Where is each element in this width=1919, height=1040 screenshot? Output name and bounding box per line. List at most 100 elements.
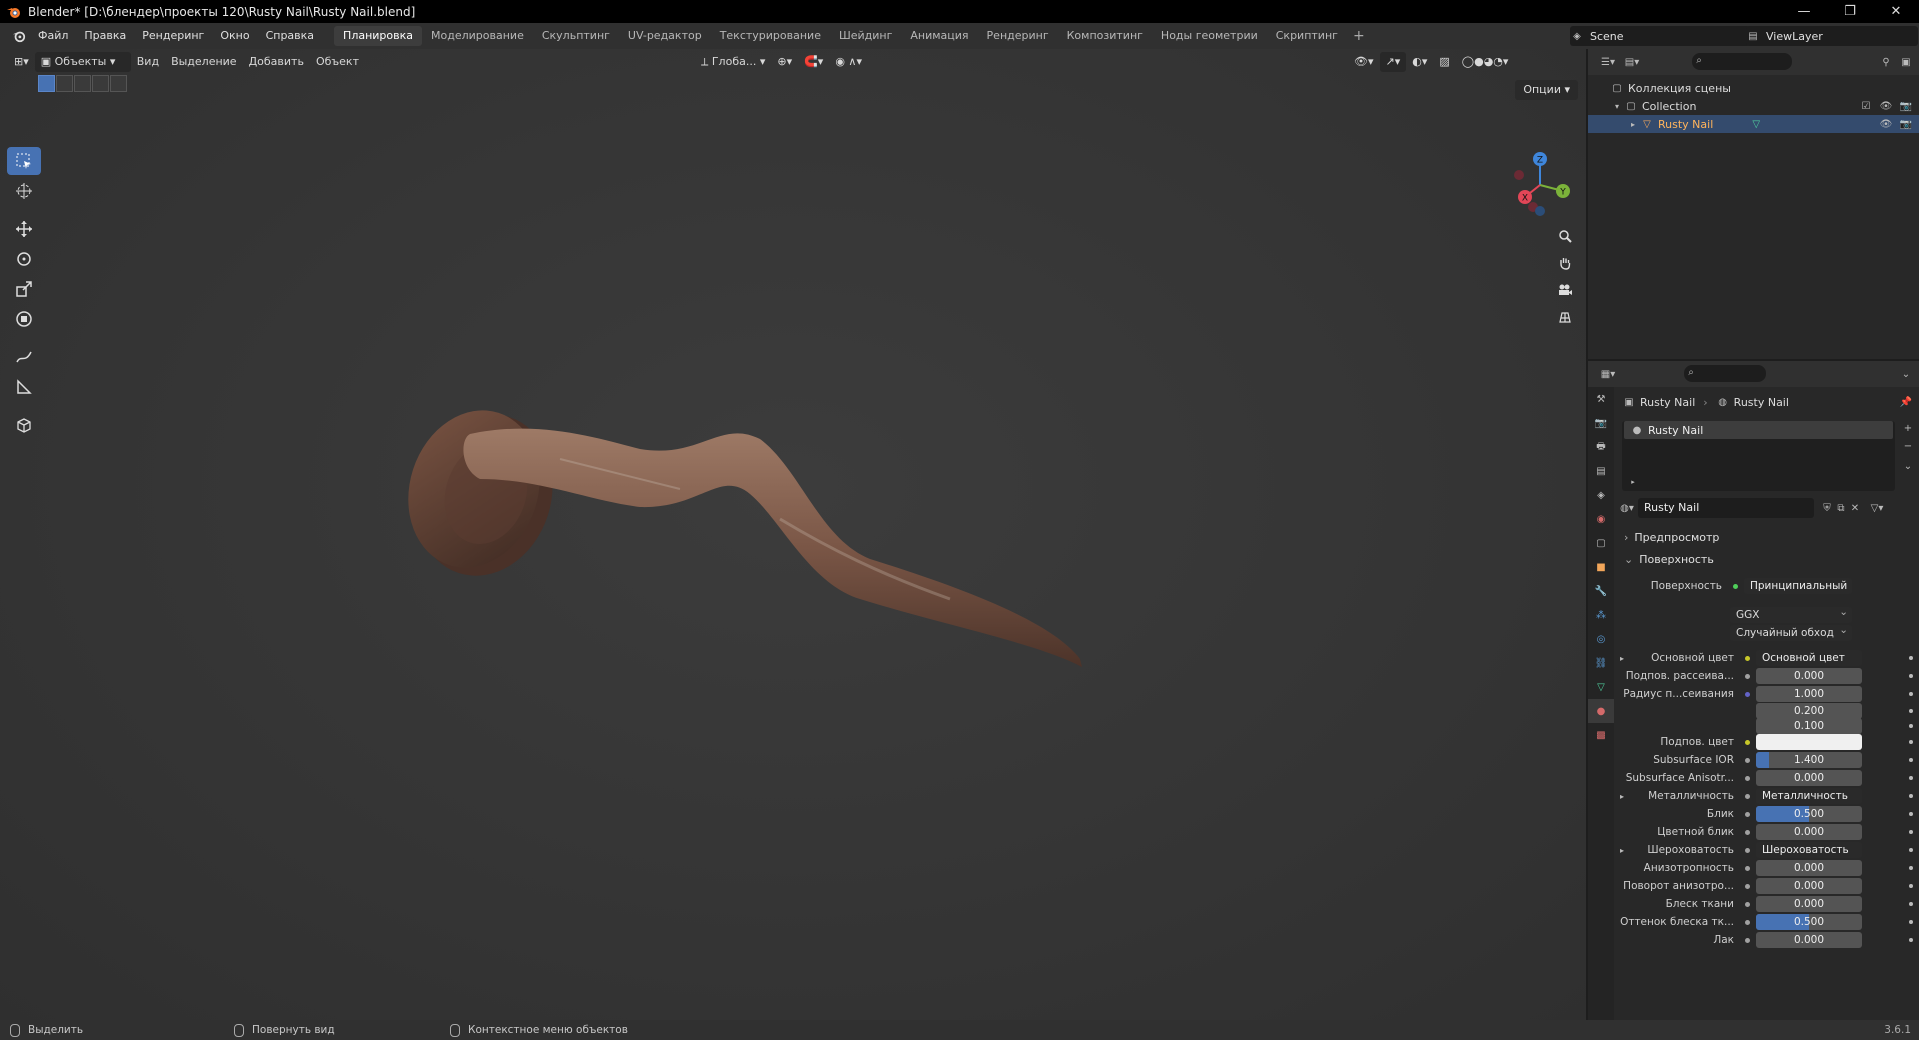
minimize-button[interactable]: — [1781,0,1827,23]
add-slot-icon[interactable]: + [1901,421,1915,435]
input-socket-icon[interactable] [1742,809,1752,819]
remove-slot-icon[interactable]: − [1901,439,1915,453]
keyframe-dot-icon[interactable] [1909,938,1913,942]
collection-tab-icon[interactable]: ▢ [1588,531,1614,555]
snap-icon[interactable]: 🧲▾ [798,52,829,72]
display-mode-icon[interactable]: ▤▾ [1620,55,1644,69]
render-camera-icon[interactable]: 📷 [1899,99,1913,113]
tab-uv-editing[interactable]: UV-редактор [619,26,711,46]
linked-input-field[interactable]: Шероховатость [1756,842,1862,858]
menu-edit[interactable]: Правка [76,23,134,49]
tool-tab-icon[interactable]: ⚒ [1588,387,1614,411]
constraints-tab-icon[interactable]: ⛓ [1588,651,1614,675]
keyframe-dot-icon[interactable] [1909,884,1913,888]
view-layer-tab-icon[interactable]: ▤ [1588,459,1614,483]
menu-render[interactable]: Рендеринг [134,23,212,49]
visibility-eye-icon[interactable]: 👁 [1879,117,1893,131]
menu-help[interactable]: Справка [258,23,322,49]
value-field[interactable]: 0.000 [1756,668,1862,684]
3d-viewport[interactable]: ⊞▾ ▣ Объекты ▾ Вид Выделение Добавить Об… [0,49,1586,1020]
keyframe-dot-icon[interactable] [1909,920,1913,924]
transform-orientation-dropdown[interactable]: ⟂ Глоба... ▾ [695,52,771,72]
physics-tab-icon[interactable]: ◎ [1588,627,1614,651]
duplicate-material-icon[interactable]: ⧉ [1834,501,1848,515]
properties-search-input[interactable]: ⌕ [1684,365,1766,382]
expand-arrow-icon[interactable]: ▸ [1626,117,1640,131]
object-tab-icon[interactable]: ■ [1588,555,1614,579]
input-socket-icon[interactable] [1742,671,1752,681]
gizmo-toggle-icon[interactable]: ↗▾ [1379,52,1407,72]
subsurface-method-dropdown[interactable]: Случайный обход [1730,622,1852,641]
add-cube-tool-icon[interactable] [7,411,41,439]
input-socket-icon[interactable] [1742,827,1752,837]
value-field[interactable]: 1.400 [1756,752,1862,768]
tab-modeling[interactable]: Моделирование [422,26,533,46]
linked-input-field[interactable]: Металличность [1756,788,1862,804]
view-layer-selector[interactable]: ▤ ViewLayer [1746,26,1918,46]
modifier-tab-icon[interactable]: 🔧 [1588,579,1614,603]
value-field[interactable]: 0.200 [1756,702,1862,719]
input-socket-icon[interactable] [1742,917,1752,927]
material-slot-list[interactable]: ● Rusty Nail ▸ + − ⌄ [1622,421,1912,491]
value-field[interactable]: 0.500 [1756,914,1862,930]
render-tab-icon[interactable]: 📷 [1588,411,1614,435]
navigation-gizmo[interactable]: Z Y X [1505,147,1575,219]
camera-view-icon[interactable] [1553,278,1577,302]
input-socket-icon[interactable] [1742,881,1752,891]
select-extend-mode-icon[interactable] [56,75,73,92]
slot-menu-icon[interactable]: ⌄ [1901,459,1915,473]
add-workspace-button[interactable]: + [1347,28,1371,44]
world-tab-icon[interactable]: ◉ [1588,507,1614,531]
fake-user-shield-icon[interactable]: ⛨ [1820,501,1834,515]
keyframe-dot-icon[interactable] [1909,812,1913,816]
distribution-dropdown[interactable]: GGX [1730,604,1852,623]
mesh-data-icon[interactable]: ▽ [1749,117,1763,131]
menu-file[interactable]: Файл [30,23,76,49]
tab-texture-paint[interactable]: Текстурирование [711,26,830,46]
outliner-row-collection[interactable]: ▾ ▢ Collection ☑ 👁 📷 [1588,97,1919,115]
keyframe-dot-icon[interactable] [1909,902,1913,906]
menu-object[interactable]: Объект [310,52,365,72]
keyframe-dot-icon[interactable] [1909,830,1913,834]
maximize-button[interactable]: ❐ [1827,0,1873,23]
tab-compositing[interactable]: Композитинг [1058,26,1152,46]
unlink-material-icon[interactable]: ✕ [1848,501,1862,515]
tab-animation[interactable]: Анимация [901,26,977,46]
keyframe-dot-icon[interactable] [1909,740,1913,744]
value-field[interactable]: 0.000 [1756,932,1862,948]
keyframe-dot-icon[interactable] [1909,794,1913,798]
tab-sculpting[interactable]: Скульптинг [533,26,619,46]
outliner-search-input[interactable]: ⌕ [1692,53,1792,70]
input-socket-icon[interactable] [1742,755,1752,765]
color-swatch[interactable] [1756,734,1862,750]
value-field[interactable]: 0.000 [1756,896,1862,912]
expand-link-icon[interactable]: ▸ [1620,846,1624,855]
data-tab-icon[interactable]: ▽ [1588,675,1614,699]
move-tool-icon[interactable] [7,215,41,243]
expand-arrow-icon[interactable]: ▸ [1626,475,1640,489]
transform-tool-icon[interactable] [7,305,41,333]
select-box-tool-icon[interactable] [7,147,41,175]
menu-select[interactable]: Выделение [165,52,243,72]
input-socket-icon[interactable] [1742,689,1752,699]
select-intersect-mode-icon[interactable] [110,75,127,92]
pivot-point-icon[interactable]: ⊕▾ [771,52,798,72]
value-field[interactable]: 0.000 [1756,860,1862,876]
tab-geometry-nodes[interactable]: Ноды геометрии [1152,26,1267,46]
mode-dropdown[interactable]: ▣ Объекты ▾ [34,52,131,72]
material-slot-item[interactable]: ● Rusty Nail [1624,421,1893,439]
tab-shading[interactable]: Шейдинг [830,26,901,46]
menu-window[interactable]: Окно [212,23,257,49]
blender-menu-icon[interactable] [8,25,30,47]
keyframe-dot-icon[interactable] [1909,674,1913,678]
rotate-tool-icon[interactable] [7,245,41,273]
browse-material-icon[interactable]: ◍▾ [1620,501,1634,515]
pin-icon[interactable]: 📌 [1899,395,1913,409]
new-collection-icon[interactable]: ▣ [1899,55,1913,69]
input-socket-icon[interactable] [1742,935,1752,945]
tab-scripting[interactable]: Скриптинг [1267,26,1347,46]
keyframe-dot-icon[interactable] [1909,848,1913,852]
value-field[interactable]: 0.000 [1756,878,1862,894]
input-socket-icon[interactable] [1742,653,1752,663]
collapse-arrow-icon[interactable]: ▾ [1610,99,1624,113]
